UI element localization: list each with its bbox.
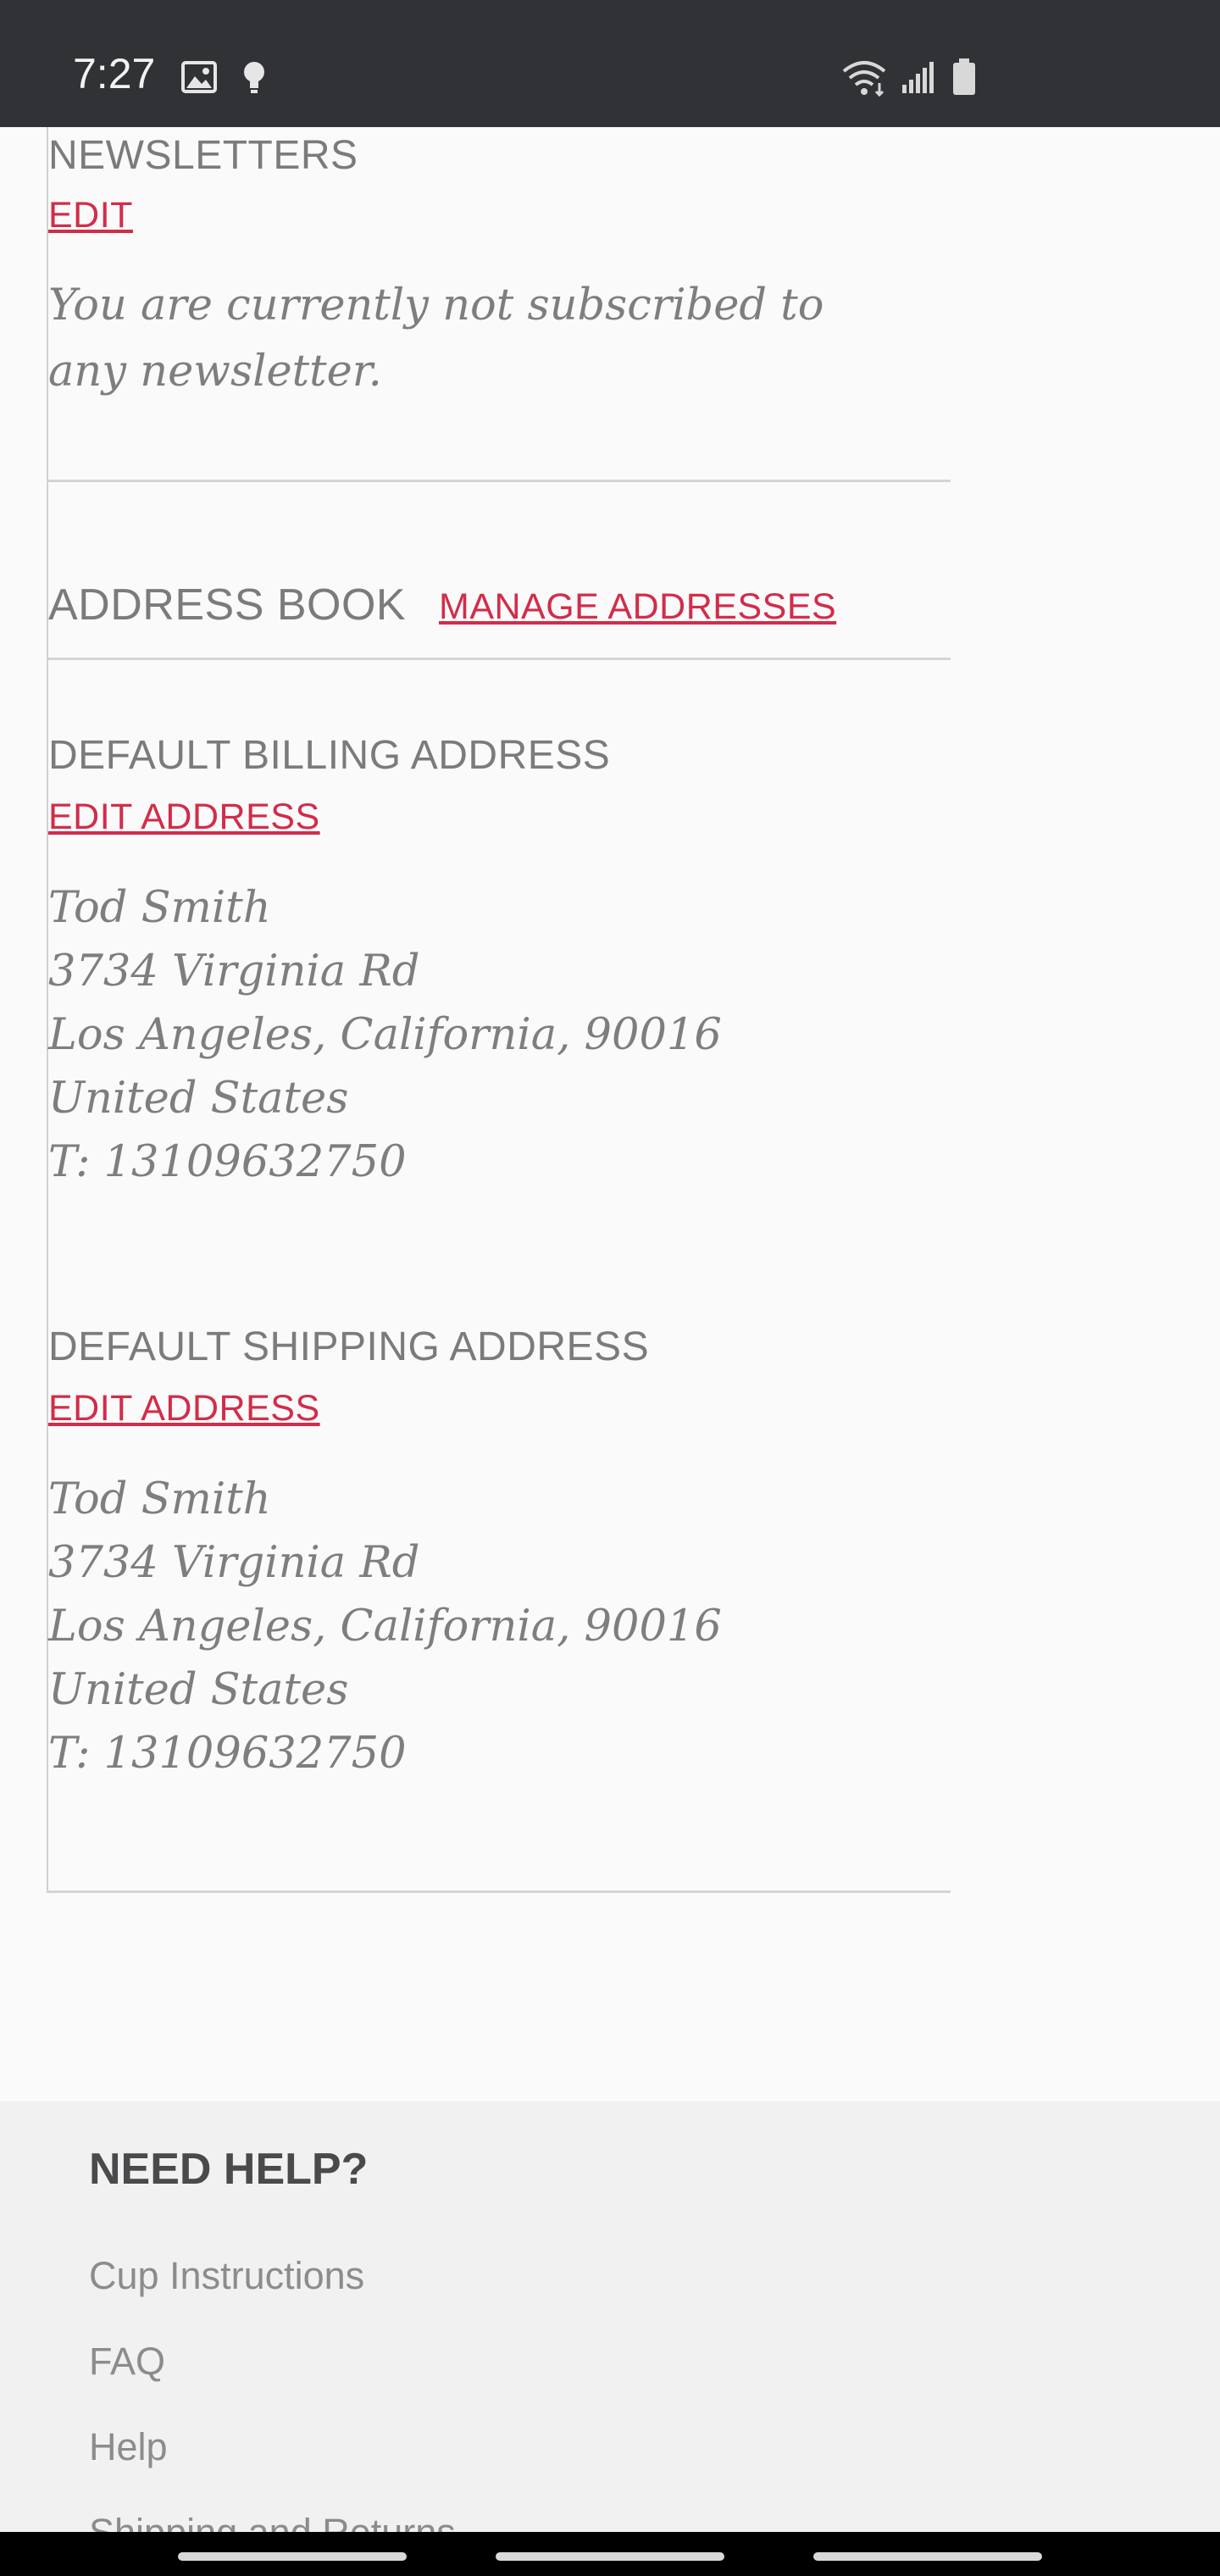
shipping-country: United States (48, 1665, 349, 1715)
newsletters-status-text: You are currently not subscribed to any … (48, 280, 824, 397)
nav-home-handle[interactable] (496, 2552, 724, 2561)
shipping-street: 3734 Virginia Rd (48, 1538, 420, 1588)
newsletters-divider (47, 480, 951, 482)
address-book-heading: ADDRESS BOOK (48, 580, 407, 630)
signal-icon (901, 59, 936, 99)
newsletters-edit-link[interactable]: EDIT (48, 195, 133, 236)
billing-address-heading: DEFAULT BILLING ADDRESS (48, 733, 611, 778)
battery-icon (951, 58, 977, 101)
footer-link-cup-instructions[interactable]: Cup Instructions (89, 2254, 364, 2298)
shipping-address-heading: DEFAULT SHIPPING ADDRESS (48, 1324, 650, 1369)
status-time: 7:27 (73, 50, 156, 97)
billing-edit-address-link[interactable]: EDIT ADDRESS (48, 797, 320, 838)
shipping-phone: T: 13109632750 (48, 1729, 407, 1779)
system-nav-bar (0, 2532, 1220, 2576)
footer-link-faq[interactable]: FAQ (89, 2340, 165, 2384)
nav-back-handle[interactable] (813, 2552, 1042, 2561)
footer-help: NEED HELP? Cup Instructions FAQ Help Shi… (0, 2101, 1220, 2554)
billing-street: 3734 Virginia Rd (48, 947, 420, 997)
billing-phone: T: 13109632750 (48, 1137, 407, 1187)
shipping-city: Los Angeles, California, 90016 (48, 1602, 722, 1652)
manage-addresses-link[interactable]: MANAGE ADDRESSES (439, 586, 836, 628)
billing-name: Tod Smith (48, 883, 271, 933)
shipping-address-block: Tod Smith 3734 Virginia Rd Los Angeles, … (48, 1468, 722, 1785)
image-icon (181, 61, 217, 97)
shipping-name: Tod Smith (48, 1474, 271, 1524)
billing-address-block: Tod Smith 3734 Virginia Rd Los Angeles, … (48, 876, 722, 1194)
bulb-icon (241, 59, 267, 101)
newsletters-heading: NEWSLETTERS (48, 133, 358, 178)
need-help-heading: NEED HELP? (89, 2145, 369, 2194)
addresses-bottom-divider (47, 1890, 951, 1893)
nav-recents-handle[interactable] (178, 2552, 407, 2561)
footer-link-help[interactable]: Help (89, 2425, 168, 2469)
address-book-divider (47, 658, 951, 660)
billing-city: Los Angeles, California, 90016 (48, 1010, 722, 1060)
account-dashboard: NEWSLETTERS EDIT You are currently not s… (0, 127, 1220, 2101)
shipping-edit-address-link[interactable]: EDIT ADDRESS (48, 1388, 320, 1430)
status-bar: 7:27 (0, 0, 1220, 127)
wifi-icon (840, 58, 888, 103)
billing-country: United States (48, 1074, 349, 1124)
